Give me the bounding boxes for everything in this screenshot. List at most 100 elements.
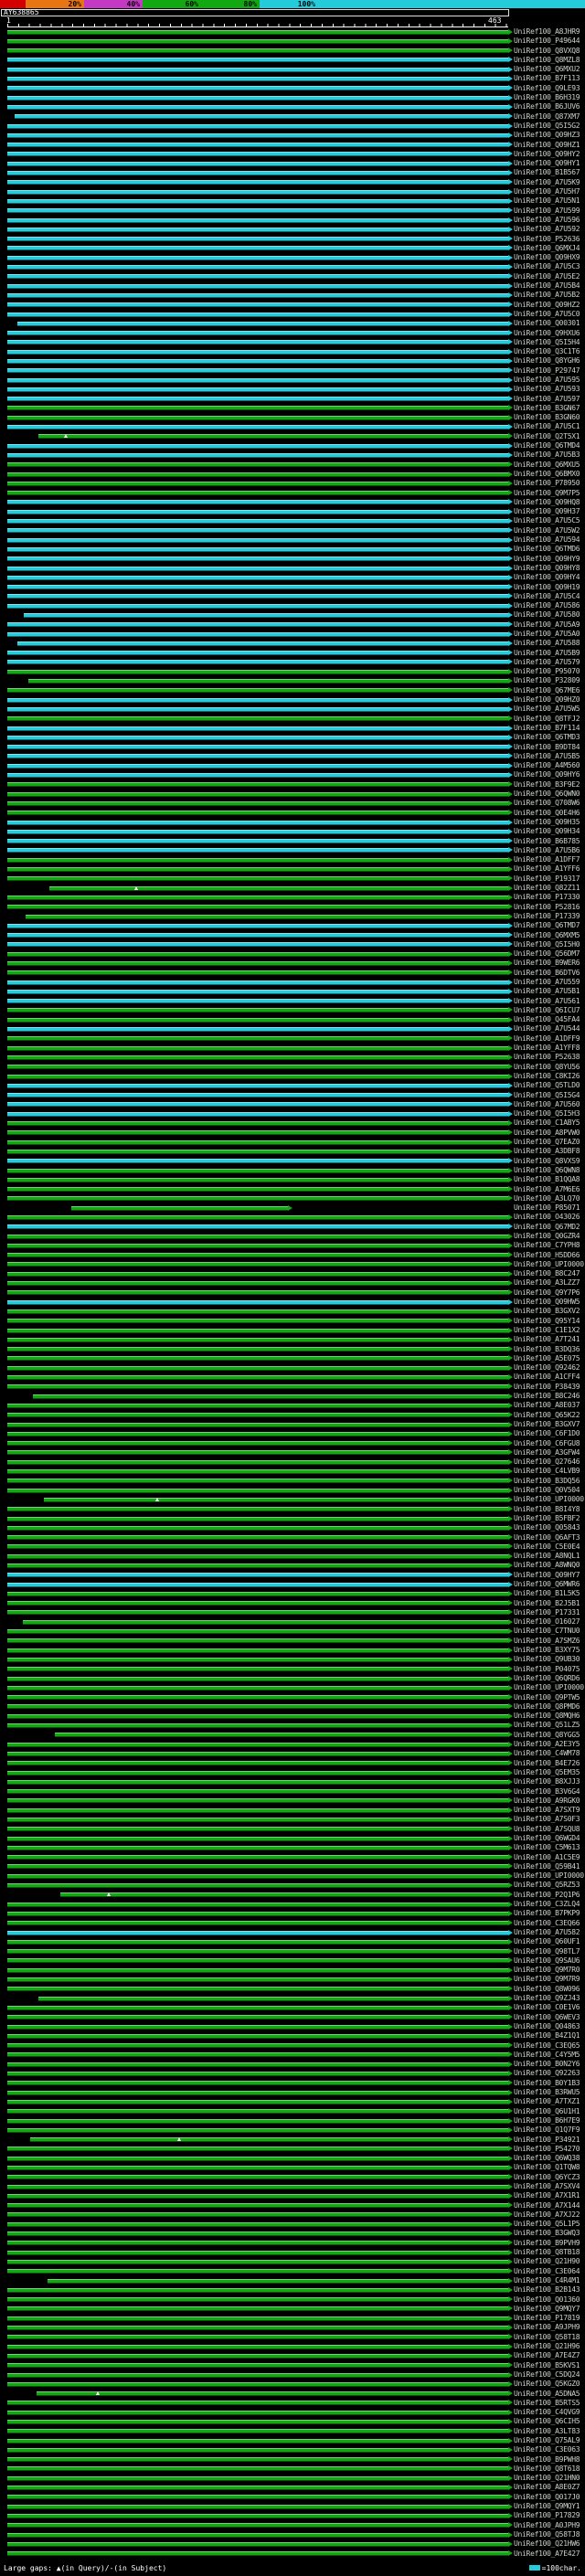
hit-label[interactable]: UniRef100_C1E1X2 — [514, 1326, 580, 1335]
hit-bar[interactable] — [7, 1817, 513, 1822]
hit-label[interactable]: UniRef100_Q6QRD6 — [514, 1674, 580, 1683]
hit-bar[interactable] — [7, 1139, 513, 1145]
hit-label[interactable]: UniRef100_Q6MXJ4 — [514, 244, 580, 253]
hit-label[interactable]: UniRef100_Q92263 — [514, 2069, 580, 2078]
hit-bar[interactable] — [7, 2494, 513, 2500]
hit-label[interactable]: UniRef100_Q6TMD4 — [514, 441, 580, 451]
hit-label[interactable]: UniRef100_A7E427 — [514, 2549, 580, 2559]
hit-bar[interactable] — [7, 292, 513, 298]
hit-label[interactable]: UniRef100_Q00301 — [514, 319, 580, 328]
hit-label[interactable]: UniRef100_A7U5B4 — [514, 281, 580, 291]
hit-label[interactable]: UniRef100_A7U597 — [514, 395, 580, 404]
hit-label[interactable]: UniRef100_C4LVB9 — [514, 1467, 580, 1476]
hit-label[interactable]: UniRef100_UPI0000... — [514, 1495, 585, 1504]
hit-label[interactable]: UniRef100_C4Y5M5 — [514, 2051, 580, 2060]
hit-bar[interactable] — [7, 1007, 513, 1013]
hit-bar[interactable] — [7, 1355, 513, 1362]
hit-bar[interactable] — [7, 302, 513, 308]
hit-bar[interactable] — [7, 273, 513, 280]
hit-bar[interactable] — [7, 1308, 513, 1314]
hit-label[interactable]: UniRef100_A7U5C4 — [514, 592, 580, 601]
hit-bar[interactable] — [7, 282, 513, 289]
hit-bar[interactable] — [7, 894, 513, 900]
hit-bar[interactable] — [7, 959, 513, 966]
hit-label[interactable]: UniRef100_UPI0000... — [514, 1683, 585, 1692]
hit-bar[interactable] — [7, 1082, 513, 1088]
hit-bar[interactable] — [7, 2117, 513, 2124]
hit-label[interactable]: UniRef100_A7U5B5 — [514, 752, 580, 761]
hit-label[interactable]: UniRef100_Q8PMD6 — [514, 1702, 580, 1712]
hit-bar[interactable] — [7, 1261, 513, 1267]
hit-label[interactable]: UniRef100_A7U560 — [514, 1100, 580, 1109]
hit-bar[interactable] — [7, 2286, 513, 2293]
hit-label[interactable]: UniRef100_Q6TMD7 — [514, 921, 580, 930]
hit-label[interactable]: UniRef100_Q09H35 — [514, 818, 580, 827]
hit-bar[interactable] — [16, 320, 513, 326]
hit-bar[interactable] — [7, 922, 513, 928]
hit-bar[interactable] — [7, 2258, 513, 2264]
hit-bar[interactable] — [7, 2146, 513, 2152]
hit-bar[interactable] — [7, 2550, 513, 2557]
hit-bar[interactable] — [7, 2362, 513, 2369]
hit-label[interactable]: UniRef100_Q9LE93 — [514, 84, 580, 93]
hit-label[interactable]: UniRef100_C3E063 — [514, 2445, 580, 2454]
hit-label[interactable]: UniRef100_A7U5A9 — [514, 620, 580, 630]
hit-label[interactable]: UniRef100_A2E3Y5 — [514, 1740, 580, 1749]
hit-label[interactable]: UniRef100_Q6TMD6 — [514, 545, 580, 554]
hit-label[interactable]: UniRef100_Q6WEV3 — [514, 2013, 580, 2022]
hit-label[interactable]: UniRef100_Q45FA4 — [514, 1015, 580, 1024]
hit-bar[interactable] — [7, 631, 513, 637]
hit-label[interactable]: UniRef100_O16027 — [514, 1617, 580, 1627]
hit-label[interactable]: UniRef100_O43026 — [514, 1213, 580, 1222]
hit-label[interactable]: UniRef100_C5M613 — [514, 1843, 580, 1852]
hit-bar[interactable] — [7, 2051, 513, 2058]
hit-label[interactable]: UniRef100_Q21HW6 — [514, 2539, 580, 2549]
hit-label[interactable]: UniRef100_Q5EM35 — [514, 1768, 580, 1777]
hit-bar[interactable] — [7, 1412, 513, 1418]
hit-bar[interactable] — [7, 2174, 513, 2180]
hit-label[interactable]: UniRef100_A7M6E6 — [514, 1185, 580, 1194]
hit-bar[interactable] — [7, 217, 513, 223]
hit-label[interactable]: UniRef100_A7U561 — [514, 997, 580, 1006]
hit-label[interactable]: UniRef100_Q9MQY1 — [514, 2502, 580, 2511]
hit-bar[interactable] — [7, 1430, 513, 1436]
hit-bar[interactable] — [7, 1044, 513, 1051]
hit-bar[interactable] — [7, 442, 513, 449]
hit-bar[interactable] — [7, 1195, 513, 1202]
hit-label[interactable]: UniRef100_P85071 — [514, 1203, 580, 1213]
hit-bar[interactable] — [7, 1054, 513, 1060]
hit-label[interactable]: UniRef100_Q9PTW5 — [514, 1693, 580, 1702]
hit-label[interactable]: UniRef100_Q6CIH5 — [514, 2417, 580, 2426]
hit-label[interactable]: UniRef100_Q5I5H0 — [514, 940, 580, 949]
hit-bar[interactable] — [7, 1778, 513, 1785]
hit-bar[interactable] — [7, 810, 513, 816]
hit-bar[interactable] — [7, 339, 513, 345]
hit-bar[interactable] — [7, 2306, 513, 2312]
hit-bar[interactable] — [7, 1977, 513, 1983]
hit-bar[interactable] — [33, 1393, 513, 1399]
hit-label[interactable]: UniRef100_Q09HY4 — [514, 573, 580, 582]
hit-bar[interactable] — [7, 2409, 513, 2415]
hit-bar[interactable] — [7, 2428, 513, 2434]
hit-label[interactable]: UniRef100_C8KI26 — [514, 1072, 580, 1081]
hit-bar[interactable] — [7, 1280, 513, 1287]
hit-label[interactable]: UniRef100_B0Y1B3 — [514, 2079, 580, 2088]
hit-bar[interactable] — [7, 584, 513, 590]
hit-bar[interactable] — [7, 1872, 513, 1879]
hit-label[interactable]: UniRef100_Q21HN0 — [514, 2474, 580, 2483]
hit-bar[interactable] — [7, 245, 513, 251]
hit-label[interactable]: UniRef100_Q92462 — [514, 1363, 580, 1373]
hit-label[interactable]: UniRef100_A4M560 — [514, 761, 580, 770]
hit-label[interactable]: UniRef100_Q27646 — [514, 1458, 580, 1467]
hit-label[interactable]: UniRef100_P49644 — [514, 37, 580, 46]
hit-bar[interactable] — [38, 1995, 513, 2001]
hit-label[interactable]: UniRef100_P17829 — [514, 2511, 580, 2520]
hit-label[interactable]: UniRef100_Q09HY7 — [514, 1571, 580, 1580]
hit-label[interactable]: UniRef100_Q017J0 — [514, 2493, 580, 2502]
hit-label[interactable]: UniRef100_A7U599 — [514, 207, 580, 216]
hit-label[interactable]: UniRef100_P17339 — [514, 912, 580, 921]
hit-bar[interactable] — [7, 772, 513, 779]
hit-bar[interactable] — [7, 556, 513, 562]
hit-label[interactable]: UniRef100_A7X144 — [514, 2201, 580, 2210]
hit-label[interactable]: UniRef100_Q1TQW8 — [514, 2163, 580, 2172]
